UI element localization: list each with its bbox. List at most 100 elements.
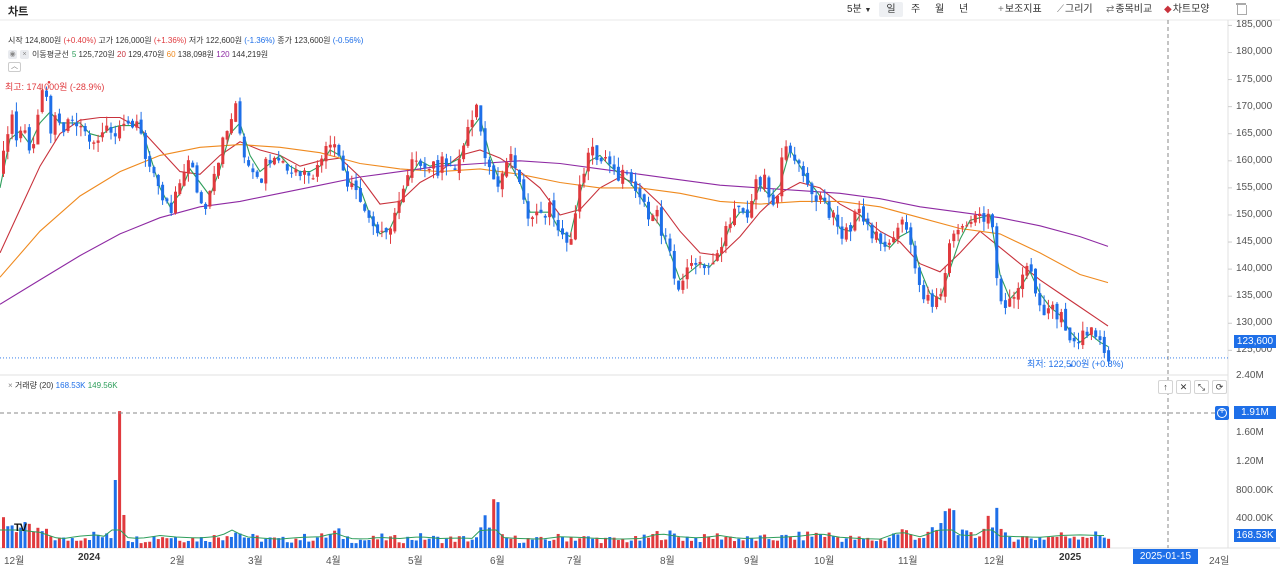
candle-body [483, 128, 487, 159]
volume-tick-label: 1.60M [1236, 427, 1264, 439]
candle-body [333, 144, 337, 148]
volume-bar [707, 536, 711, 548]
candle-body [857, 208, 861, 213]
candle-body [277, 157, 281, 161]
candle-body [315, 165, 319, 177]
volume-bar [380, 533, 384, 548]
candle-body [92, 142, 96, 144]
volume-bar [1008, 536, 1012, 548]
candle-body [926, 294, 930, 301]
volume-bar [1072, 536, 1076, 548]
indicator-button[interactable]: +보조지표 [998, 2, 1042, 17]
tab-month[interactable]: 월 [935, 2, 944, 17]
add-alert-icon[interactable] [1215, 405, 1229, 420]
candle-body [126, 120, 130, 124]
refresh-icon[interactable]: ⟳ [1212, 380, 1227, 394]
volume-bar [376, 539, 380, 548]
move-up-icon[interactable]: ↑ [1158, 380, 1173, 394]
volume-legend: × 거래량 (20) 168.53K 149.56K [8, 380, 118, 391]
trash-icon[interactable] [1236, 2, 1247, 15]
candle-body [217, 162, 220, 176]
volume-bar [930, 527, 934, 548]
candle-body [393, 212, 397, 232]
ma-legend-label: 이동평균선 [32, 50, 69, 59]
candle-body [844, 227, 848, 240]
price-tick-label: 175,000 [1236, 73, 1273, 85]
volume-bar [311, 540, 315, 548]
candle-body [1072, 337, 1076, 342]
chevron-down-icon: ▼ [864, 7, 872, 14]
candle-body [651, 215, 655, 221]
close-pane-icon[interactable]: ✕ [1176, 380, 1191, 394]
tab-day[interactable]: 일 [879, 2, 903, 17]
tab-year[interactable]: 년 [959, 2, 968, 17]
open-label: 시작 [8, 36, 23, 45]
candle-body [685, 267, 689, 280]
volume-bar [126, 541, 130, 548]
candle-body [27, 127, 31, 151]
ma-legend-value-0: 125,720원 [78, 50, 117, 59]
volume-bar [819, 533, 822, 548]
pencil-icon: ⟋ [1057, 4, 1064, 15]
volume-bar [208, 541, 212, 548]
volume-bar [900, 529, 904, 548]
volume-bar [358, 539, 362, 548]
candle-body [1102, 336, 1106, 353]
candle-body [1016, 288, 1020, 300]
candle-body [444, 158, 448, 166]
volume-bar [1081, 536, 1085, 548]
volume-bar [879, 539, 883, 548]
candle-body [255, 171, 259, 177]
time-tick-label: 4월 [326, 556, 341, 567]
interval-dropdown[interactable]: 5분 ▼ [847, 2, 871, 17]
candle-body [234, 103, 238, 122]
volume-bar [242, 537, 246, 548]
candle-body [879, 233, 883, 244]
chart-style-button[interactable]: ◆차트모양 [1164, 2, 1210, 17]
volume-bar [965, 530, 969, 548]
volume-bar [1089, 537, 1093, 548]
candle-body [100, 132, 104, 138]
collapse-pane-icon[interactable]: ⤡ [1194, 380, 1209, 394]
candle-body [960, 226, 964, 228]
time-tick-label: 3월 [248, 556, 263, 567]
volume-bar [36, 527, 40, 548]
candle-body [913, 245, 917, 269]
collapse-button[interactable]: ︿ [8, 62, 21, 72]
volume-bar [186, 540, 190, 548]
volume-bar [634, 536, 638, 548]
candle-body [178, 183, 182, 195]
volume-bar [561, 536, 564, 548]
candle-body [410, 159, 414, 178]
close-icon[interactable]: × [20, 50, 29, 59]
volume-bar [874, 541, 878, 548]
candle-body [1064, 308, 1068, 331]
volume-bar [556, 533, 560, 548]
candle-body [156, 175, 160, 187]
candle-body [298, 171, 302, 177]
candle-body [909, 227, 913, 245]
volume-bar [733, 541, 736, 548]
volume-value: 168.53K [55, 381, 86, 390]
price-chart[interactable] [0, 0, 1280, 575]
eye-icon[interactable]: ◉ [8, 50, 17, 59]
overlay-lines [0, 20, 1228, 548]
indicator-label: 보조지표 [1004, 4, 1042, 15]
candle-body [225, 131, 229, 140]
candle-body [135, 121, 139, 128]
close-icon[interactable]: × [8, 381, 13, 390]
volume-bar [638, 540, 642, 548]
tradingview-logo[interactable]: TV [14, 522, 27, 534]
volume-bar [797, 531, 801, 548]
tab-week[interactable]: 주 [911, 2, 920, 17]
volume-bar [1021, 536, 1025, 548]
draw-button[interactable]: ⟋그리기 [1057, 2, 1093, 17]
volume-bar [1055, 536, 1059, 548]
compare-button[interactable]: ⇄종목비교 [1106, 2, 1152, 17]
candle-body [358, 187, 362, 202]
volume-tick-label: 1.20M [1236, 456, 1264, 467]
candle-body [741, 208, 745, 213]
volume-bar [960, 529, 964, 548]
volume-bar [1107, 538, 1111, 548]
volume-bar [728, 536, 732, 548]
